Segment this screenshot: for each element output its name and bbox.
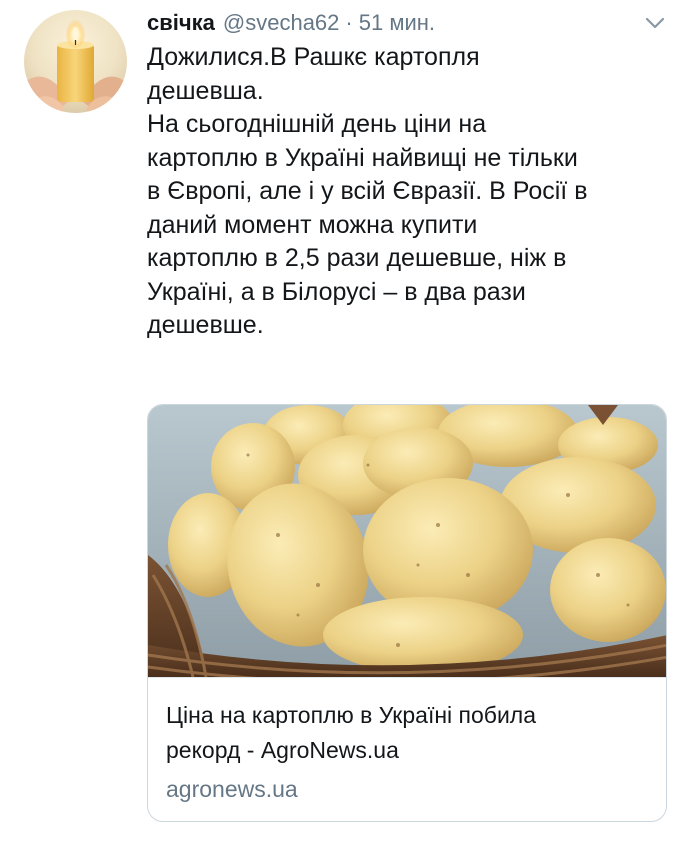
- link-card-title-line1: Ціна на картоплю в Україні побила: [166, 702, 537, 728]
- chevron-down-icon[interactable]: [644, 12, 666, 34]
- link-card-body[interactable]: Ціна на картоплю в Україні побила рекорд…: [148, 677, 666, 821]
- link-card-title-line2: рекорд - AgroNews.ua: [166, 737, 399, 763]
- link-card-domain: agronews.ua: [166, 776, 298, 802]
- author-avatar[interactable]: [24, 10, 127, 113]
- potato-basket-image[interactable]: [148, 405, 666, 685]
- author-handle[interactable]: @svecha62: [223, 10, 340, 36]
- separator-dot: ·: [345, 10, 353, 35]
- author-name[interactable]: свічка: [147, 10, 215, 36]
- link-card[interactable]: Ціна на картоплю в Україні побила рекорд…: [147, 404, 667, 822]
- tweet-timestamp[interactable]: 51 мин.: [359, 10, 435, 36]
- link-card-title[interactable]: Ціна на картоплю в Україні побила рекорд…: [166, 698, 650, 768]
- tweet-text: Дожилися.В Рашкє картопля дешевша. На сь…: [147, 43, 588, 339]
- candle-avatar-icon: [24, 10, 127, 113]
- tweet-header: свічка @svecha62 · 51 мин.: [147, 6, 672, 40]
